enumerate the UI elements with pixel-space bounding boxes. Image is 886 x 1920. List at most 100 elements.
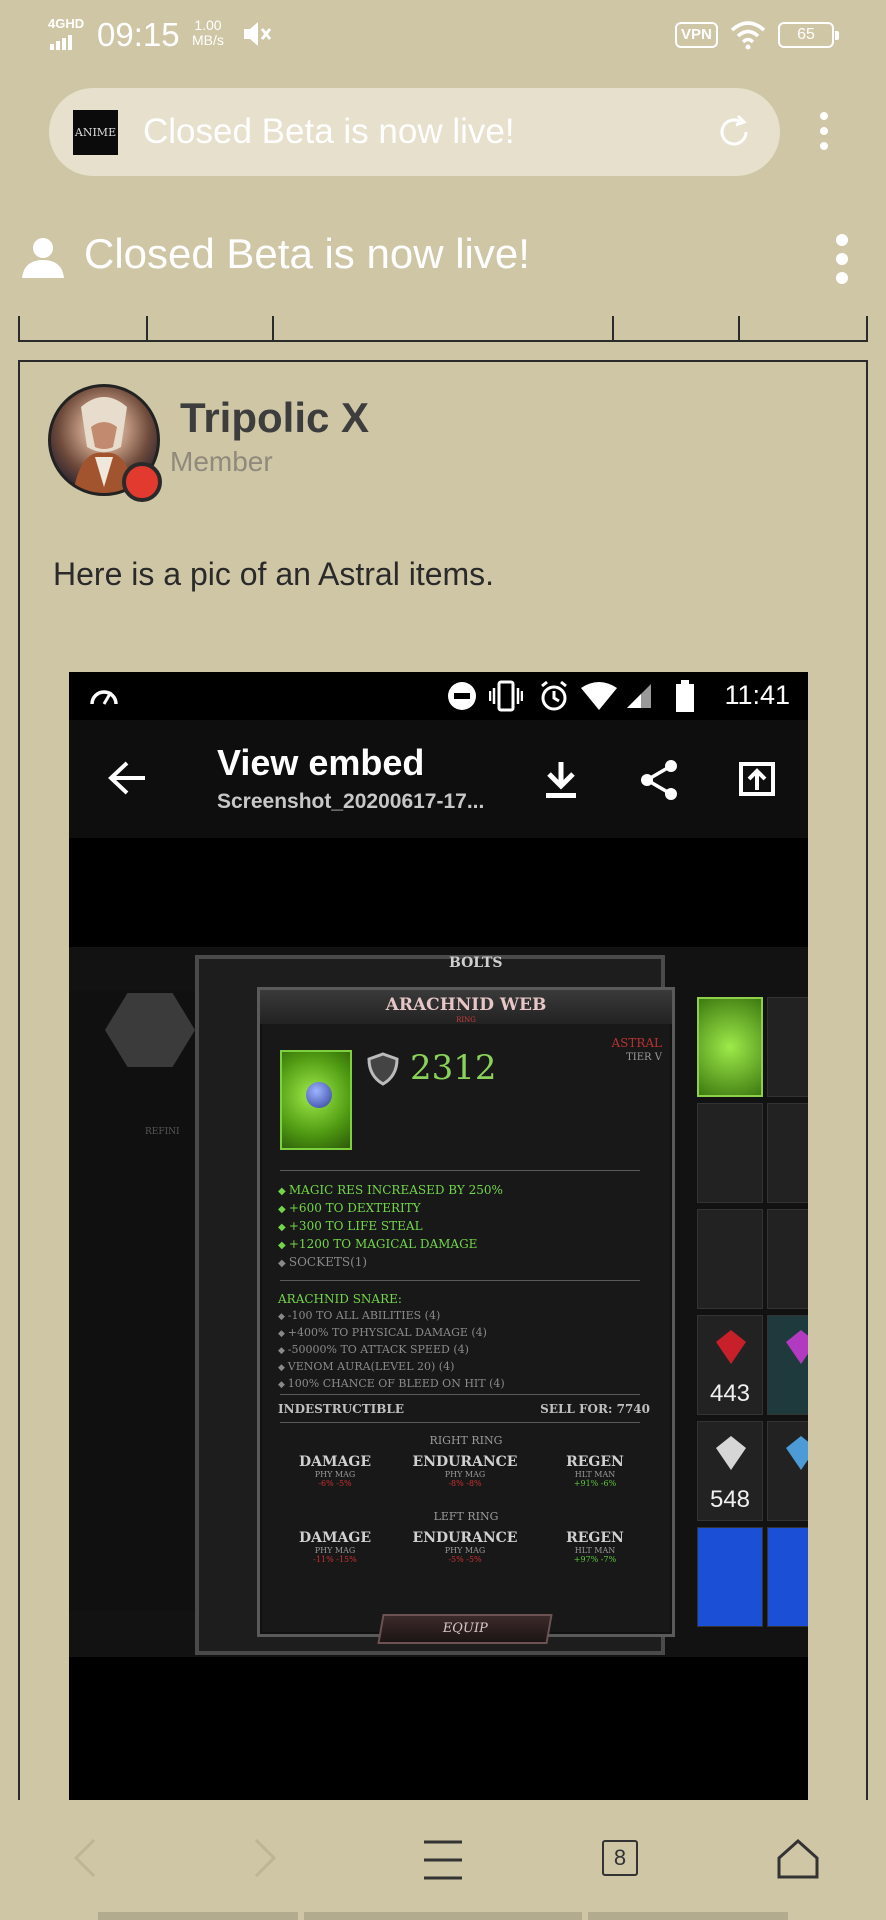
compare-header: REGEN — [566, 1530, 624, 1546]
back-arrow-icon[interactable] — [107, 760, 147, 796]
item-score: 2312 — [410, 1048, 497, 1088]
tabs-button[interactable]: 8 — [602, 1840, 638, 1876]
inventory-slot — [697, 1209, 763, 1309]
compare-header: ENDURANCE — [412, 1530, 518, 1546]
ring-item-icon — [280, 1050, 352, 1150]
item-count: 443 — [709, 1380, 751, 1407]
compare-value: -5% -5% — [448, 1555, 482, 1564]
game-screenshot: REFINI BOLTS 443 548 ARACHNID WEB RING 2… — [69, 947, 808, 1657]
home-icon[interactable] — [776, 1838, 820, 1880]
stat-line: +300 TO LIFE STEAL — [278, 1218, 503, 1236]
compare-header: REGEN — [566, 1454, 624, 1470]
speed-unit: MB/s — [192, 32, 224, 48]
post-body: Here is a pic of an Astral items. — [53, 556, 495, 592]
compare-value: +91% -6% — [573, 1479, 617, 1488]
wifi-icon — [730, 21, 766, 50]
status-time: 09:15 — [97, 16, 180, 53]
inventory-slot — [767, 1315, 808, 1415]
compare-sub: PHY MAG — [314, 1546, 356, 1555]
inventory-slot — [767, 997, 808, 1097]
embed-toolbar: View embed Screenshot_20200617-17... — [69, 720, 808, 838]
signal-icon — [50, 32, 74, 50]
tab-divider — [612, 316, 614, 340]
share-icon[interactable] — [639, 758, 679, 802]
open-external-icon[interactable] — [737, 760, 777, 798]
vpn-badge: VPN — [675, 22, 718, 48]
author-role: Member — [170, 446, 273, 477]
status-bar: 4GHD 09:15 1.00 MB/s VPN 65 — [0, 0, 886, 72]
forward-icon[interactable] — [250, 1836, 280, 1880]
menu-icon[interactable] — [422, 1838, 464, 1882]
item-tier: TIER V — [626, 1052, 662, 1063]
compare-endurance: ENDURANCE PHY MAG -5% -5% — [410, 1530, 520, 1564]
site-favicon: ANIME — [73, 110, 118, 155]
compare-value: -11% -15% — [313, 1555, 357, 1564]
inventory-slot — [697, 1103, 763, 1203]
inventory-slot — [767, 1421, 808, 1521]
tab-divider — [272, 316, 274, 340]
compare-sub: PHY MAG — [444, 1470, 486, 1479]
inventory-slot: 443 — [697, 1315, 763, 1415]
item-count: 548 — [709, 1486, 751, 1513]
compare-header: ENDURANCE — [412, 1454, 518, 1470]
compare-value: +97% -7% — [573, 1555, 617, 1564]
gesture-bar — [304, 1912, 582, 1920]
vibrate-icon — [489, 680, 523, 712]
item-stats: MAGIC RES INCREASED BY 250% +600 TO DEXT… — [278, 1182, 503, 1272]
compare-header: DAMAGE — [299, 1530, 371, 1546]
browser-bottom-nav: 8 — [0, 1800, 886, 1920]
alarm-icon — [541, 680, 567, 711]
page-menu-icon[interactable] — [836, 234, 848, 284]
embed-status-time: 11:41 — [724, 680, 790, 710]
reload-icon[interactable] — [714, 112, 754, 152]
online-status-badge — [122, 462, 162, 502]
item-tooltip: ARACHNID WEB RING 2312 ASTRAL TIER V MAG… — [257, 987, 675, 1644]
forum-post: Tripolic X Member Here is a pic of an As… — [18, 360, 868, 1920]
set-bonus-line: VENOM AURA(LEVEL 20) (4) — [278, 1359, 505, 1376]
compare-regen: REGEN HLT MAN +91% -6% — [540, 1454, 650, 1488]
embed-status-bar: 11:41 — [69, 672, 808, 720]
stat-line: MAGIC RES INCREASED BY 250% — [278, 1182, 503, 1200]
item-rarity: ASTRAL — [611, 1036, 662, 1050]
embedded-image[interactable]: 11:41 View embed Screenshot_20200617-17.… — [69, 672, 808, 1802]
gauge-icon — [90, 690, 118, 705]
tab-divider — [738, 316, 740, 340]
left-ring-label: LEFT RING — [433, 1510, 499, 1523]
address-bar[interactable]: ANIME Closed Beta is now live! — [49, 88, 780, 176]
compare-header: DAMAGE — [299, 1454, 371, 1470]
compare-sub: PHY MAG — [314, 1470, 356, 1479]
refine-label: REFINI — [145, 1127, 180, 1137]
mute-icon — [244, 22, 272, 46]
browser-menu-icon[interactable] — [820, 112, 828, 150]
set-bonus-heading: ARACHNID SNARE: — [278, 1292, 402, 1306]
sell-price: SELL FOR: 7740 — [540, 1402, 650, 1416]
compare-damage: DAMAGE PHY MAG -6% -5% — [280, 1454, 390, 1488]
blue-gem-icon — [786, 1436, 808, 1470]
stat-line: +600 TO DEXTERITY — [278, 1200, 503, 1218]
user-icon[interactable] — [20, 234, 66, 280]
inventory-slot: 548 — [697, 1421, 763, 1521]
download-icon[interactable] — [543, 760, 579, 800]
embed-title: View embed — [217, 742, 425, 783]
inventory-slot — [697, 997, 763, 1097]
network-speed: 1.00 MB/s — [192, 18, 224, 48]
back-icon[interactable] — [70, 1836, 100, 1880]
embed-filename: Screenshot_20200617-17... — [217, 790, 485, 813]
tab-divider — [146, 316, 148, 340]
inventory-slot — [697, 1527, 763, 1627]
inventory-slot — [767, 1103, 808, 1203]
portal-hex-icon — [105, 993, 195, 1067]
author-name[interactable]: Tripolic X — [180, 394, 369, 442]
shield-icon — [367, 1052, 399, 1086]
divider — [280, 1422, 640, 1423]
character-panel: REFINI — [69, 991, 195, 1611]
inventory-slot — [767, 1527, 808, 1627]
address-bar-text[interactable]: Closed Beta is now live! — [143, 112, 515, 152]
sockets-line: SOCKETS(1) — [278, 1254, 503, 1272]
compare-damage: DAMAGE PHY MAG -11% -15% — [280, 1530, 390, 1564]
set-bonus-line: -50000% TO ATTACK SPEED (4) — [278, 1342, 505, 1359]
speed-value: 1.00 — [194, 17, 222, 33]
inventory-slot — [767, 1209, 808, 1309]
page-header: Closed Beta is now live! — [0, 220, 886, 290]
red-gem-icon — [716, 1330, 746, 1364]
